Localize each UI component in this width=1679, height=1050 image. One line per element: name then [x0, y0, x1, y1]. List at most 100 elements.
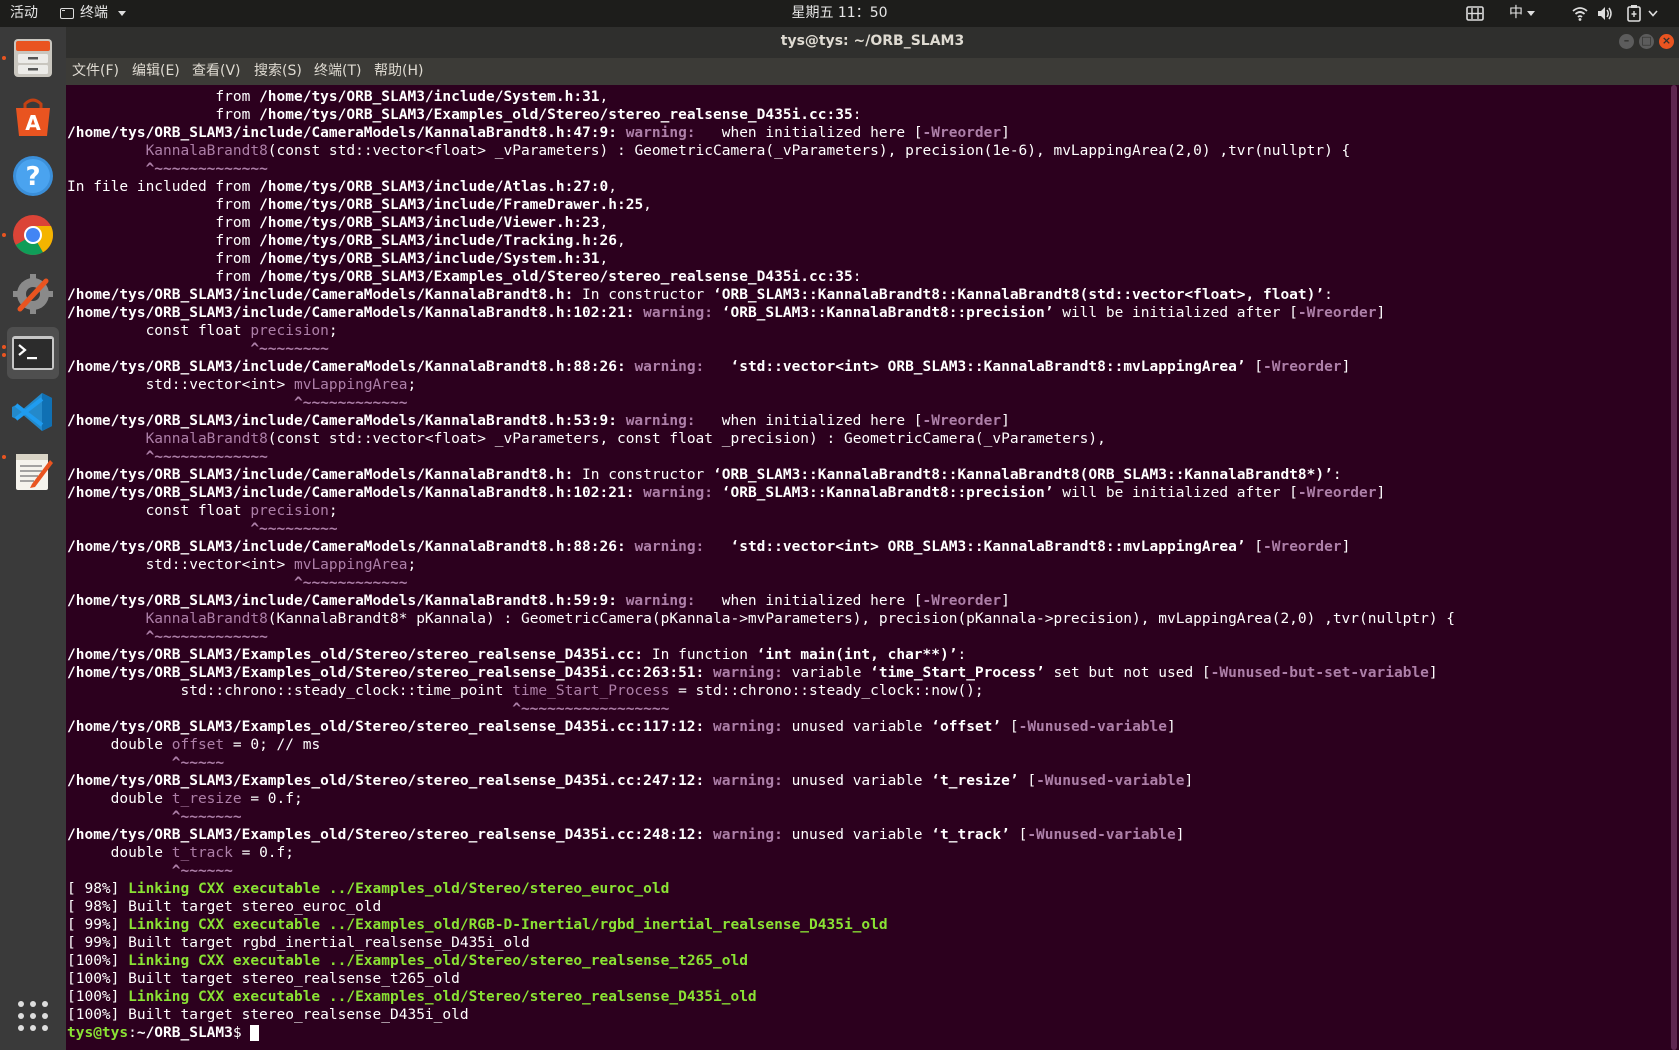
terminal-text: from — [67, 251, 260, 267]
input-method-menu[interactable]: 中 — [1509, 0, 1535, 27]
dock-software[interactable]: A — [7, 91, 59, 143]
dock-help[interactable]: ? — [7, 150, 59, 202]
dock-chrome[interactable] — [2, 209, 59, 261]
terminal-line: double offset = 0; // ms — [67, 736, 1455, 754]
terminal-text: ; — [407, 377, 417, 393]
terminal-text: ] — [1376, 485, 1386, 501]
menu-help[interactable]: 帮助(H) — [374, 58, 423, 85]
terminal-text: from — [67, 269, 260, 285]
terminal-text: : — [1332, 467, 1342, 483]
menu-view[interactable]: 查看(V) — [192, 58, 241, 85]
terminal-text: ^~~~~~~~~~ — [250, 521, 338, 537]
terminal-text: /home/tys/ORB_SLAM3/Examples_old/Stereo/… — [67, 647, 644, 663]
minimize-button[interactable]: – — [1619, 34, 1634, 49]
terminal-text: KannalaBrandt8 — [145, 143, 268, 159]
text-editor-icon — [16, 454, 53, 490]
terminal-text: /home/tys/ORB_SLAM3/Examples_old/Stereo/… — [67, 773, 714, 789]
apps-grid-icon[interactable] — [16, 999, 50, 1033]
window-title: tys@tys: ~/ORB_SLAM3 — [780, 33, 965, 49]
close-icon: × — [1661, 34, 1672, 47]
clock[interactable]: 星期五 11：50 — [0, 0, 1679, 27]
terminal-line: /home/tys/ORB_SLAM3/include/CameraModels… — [67, 124, 1455, 142]
terminal-text: Linking CXX executable ../Examples_old/S… — [128, 881, 670, 897]
keyboard-layout-icon[interactable] — [1466, 0, 1484, 27]
close-button[interactable]: × — [1659, 34, 1674, 49]
terminal-line: ^~~~~~~~ — [67, 808, 1455, 826]
terminal-text: unused variable — [791, 719, 932, 735]
terminal-text: std::vector<int> — [67, 377, 294, 393]
terminal-text: ^~~~~~ — [171, 755, 225, 771]
terminal-text: ‘time_Start_Process’ — [870, 665, 1045, 681]
dock-settings[interactable] — [7, 268, 59, 320]
terminal-line: [100%] Linking CXX executable ../Example… — [67, 952, 1455, 970]
terminal-text: -Wunused-but-set-variable — [1210, 665, 1429, 681]
dock-vscode[interactable] — [7, 386, 59, 438]
menu-search[interactable]: 搜索(S) — [254, 58, 302, 85]
terminal-line: ^~~~~~~~~~~~~ — [67, 394, 1455, 412]
terminal-line: ^~~~~~~~~~~~~~ — [67, 160, 1455, 178]
terminal-text: (KannalaBrandt8* pKannala) : GeometricCa… — [267, 611, 1456, 627]
menu-terminal[interactable]: 终端(T) — [314, 58, 361, 85]
running-indicator — [2, 56, 6, 60]
software-center-icon: A — [16, 98, 50, 136]
terminal-text: ] — [1001, 413, 1010, 429]
terminal-text: unused variable — [791, 827, 932, 843]
running-indicator — [2, 455, 6, 459]
terminal-text: warning: — [713, 719, 792, 735]
terminal-line: ^~~~~~~~~~~~~~~~~~ — [67, 700, 1455, 718]
terminal-text: /home/tys/ORB_SLAM3/include/CameraModels… — [67, 359, 635, 375]
terminal-text: variable — [791, 665, 871, 681]
terminal-text: from — [67, 107, 260, 123]
terminal-text: In function — [643, 647, 757, 663]
scrollbar-thumb[interactable] — [1671, 85, 1677, 1050]
terminal-line: from /home/tys/ORB_SLAM3/include/FrameDr… — [67, 196, 1455, 214]
window-titlebar[interactable]: tys@tys: ~/ORB_SLAM3 – □ × — [66, 27, 1679, 58]
svg-text:?: ? — [25, 162, 40, 192]
maximize-button[interactable]: □ — [1639, 34, 1654, 49]
terminal-text: double — [67, 791, 172, 807]
terminal-text: /home/tys/ORB_SLAM3/include/CameraModels… — [67, 413, 626, 429]
terminal-text: ‘t_resize’ — [931, 773, 1019, 789]
terminal-text: : — [128, 1025, 137, 1041]
terminal-text: [100%] — [67, 953, 129, 969]
terminal-line: from /home/tys/ORB_SLAM3/include/System.… — [67, 88, 1455, 106]
dock-files[interactable] — [2, 32, 59, 84]
terminal-output[interactable]: from /home/tys/ORB_SLAM3/include/System.… — [66, 85, 1669, 1050]
terminal-text: mvLappingArea — [293, 557, 408, 573]
terminal-text: when initialized here [ — [704, 593, 923, 609]
terminal-text: ^~~~~~~~~ — [250, 341, 329, 357]
terminal-text: ] — [1175, 827, 1185, 843]
menu-file[interactable]: 文件(F) — [72, 58, 119, 85]
dock-terminal[interactable] — [2, 327, 59, 379]
terminal-text: , — [599, 89, 609, 105]
power-menu[interactable] — [1627, 0, 1661, 27]
terminal-line: [ 99%] Linking CXX executable ../Example… — [67, 916, 1455, 934]
terminal-line: tys@tys:~/ORB_SLAM3$ — [67, 1024, 1455, 1042]
terminal-text: (const std::vector<float> _vParameters, … — [267, 431, 1106, 447]
dock: A ? — [0, 27, 66, 1050]
terminal-text: [ 99%] — [67, 917, 129, 933]
terminal-text: when initialized here [ — [704, 413, 923, 429]
dock-text-editor[interactable] — [2, 445, 59, 497]
terminal-text: , — [608, 179, 617, 195]
terminal-text: : — [1324, 287, 1333, 303]
terminal-line: /home/tys/ORB_SLAM3/include/CameraModels… — [67, 466, 1455, 484]
terminal-line: ^~~~~~~ — [67, 862, 1455, 880]
terminal-text: double — [67, 845, 172, 861]
terminal-line: /home/tys/ORB_SLAM3/Examples_old/Stereo/… — [67, 826, 1455, 844]
terminal-text: [ — [1009, 827, 1028, 843]
menu-edit[interactable]: 编辑(E) — [132, 58, 180, 85]
terminal-text: warning: — [713, 773, 792, 789]
wifi-icon[interactable] — [1572, 0, 1588, 27]
terminal-text: ^~~~~~~~ — [171, 809, 242, 825]
scrollbar[interactable] — [1669, 85, 1679, 1050]
terminal-text: warning: — [625, 125, 705, 141]
volume-icon[interactable] — [1596, 0, 1614, 27]
